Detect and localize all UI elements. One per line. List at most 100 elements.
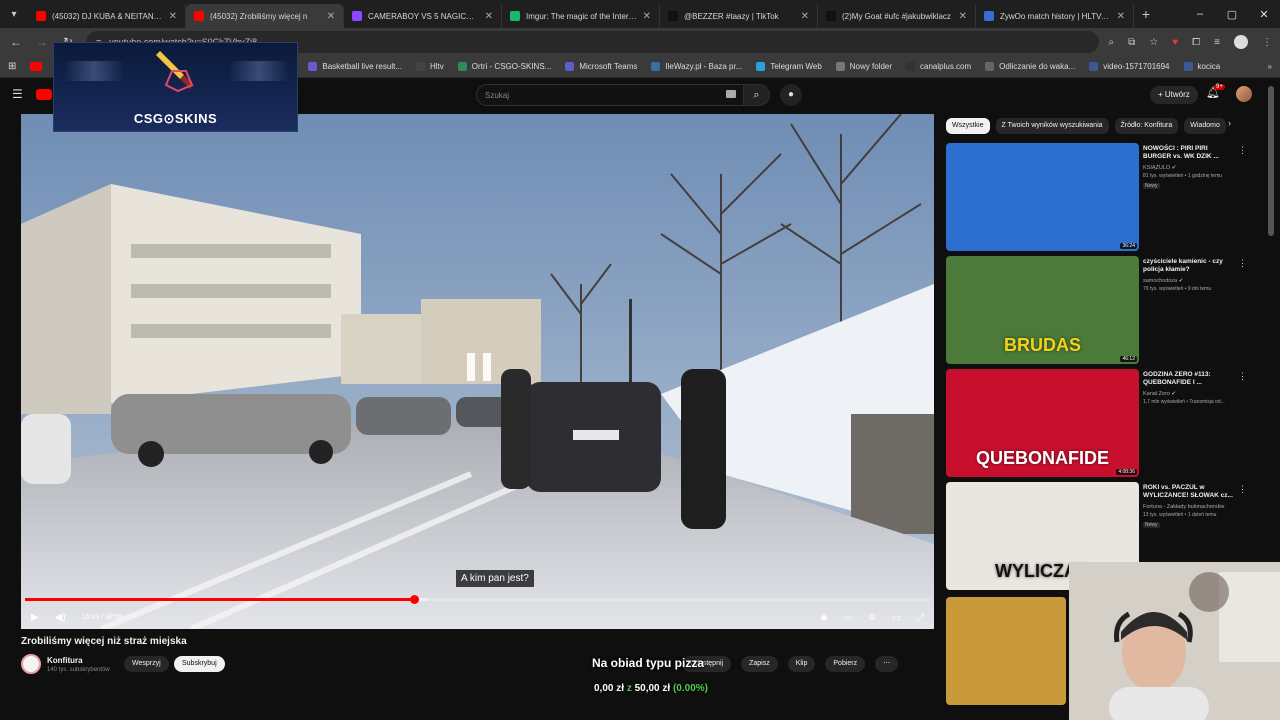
browser-tab[interactable]: (2)My Goat #ufc #jakubwiklacz ✕ [818, 4, 976, 28]
zoom-icon[interactable]: ⌕ [1109, 37, 1115, 48]
back-icon[interactable]: ← [8, 35, 24, 49]
notifications-badge: 9+ [1214, 84, 1225, 90]
tab-search-menu-button[interactable]: ▾ [0, 0, 28, 28]
close-tab-icon[interactable]: ✕ [1117, 11, 1125, 22]
more-options-icon[interactable]: ⋮ [1238, 258, 1247, 269]
page-scrollbar[interactable] [1268, 86, 1274, 236]
download-button[interactable]: Pobierz [825, 656, 866, 672]
save-button[interactable]: Zapisz [741, 656, 778, 672]
close-tab-icon[interactable]: ✕ [801, 11, 809, 22]
browser-tab[interactable]: ZywOo match history | HLTV.org ✕ [976, 4, 1134, 28]
filter-chip[interactable]: Źródło: Konfitura [1114, 118, 1179, 134]
browser-tab[interactable]: CAMERABOY VS 5 NAGICH KO ✕ [344, 4, 502, 28]
search-input[interactable]: Szukaj [476, 84, 744, 106]
video-thumbnail[interactable] [946, 597, 1066, 705]
center-pause-icon[interactable] [467, 353, 493, 381]
bookmark-favicon-icon [415, 62, 425, 71]
chips-next-icon[interactable]: › [1228, 118, 1231, 128]
close-tab-icon[interactable]: ✕ [959, 11, 967, 22]
bookmark-item[interactable]: canalplus.com [906, 62, 971, 71]
youtube-logo-icon[interactable] [36, 89, 52, 100]
minimize-button[interactable]: – [1184, 8, 1216, 20]
bookmark-item[interactable]: kocica [1183, 62, 1220, 71]
play-icon[interactable]: ▶ [31, 612, 39, 623]
tab-favicon-icon [352, 11, 362, 21]
recommended-channel[interactable]: samochodoza ✔ [1143, 278, 1183, 284]
media-controls-icon[interactable]: ≡ [1214, 37, 1220, 48]
maximize-button[interactable]: ▢ [1216, 8, 1248, 21]
apps-grid-icon[interactable]: ⊞ [8, 61, 16, 72]
bookmark-favicon-icon [906, 62, 916, 71]
bookmark-item[interactable]: video-1571701694 [1089, 62, 1170, 71]
clip-button[interactable]: Klip [787, 656, 816, 672]
bookmark-star-icon[interactable]: ☆ [1149, 37, 1158, 48]
close-tab-icon[interactable]: ✕ [169, 11, 177, 22]
new-tab-button[interactable]: + [1134, 6, 1158, 22]
recommended-video[interactable]: 36:24 NOWOŚCI : PIRI PIRI BURGER vs. WK D… [946, 143, 1266, 253]
recommended-channel[interactable]: Fortuna - Zakłady bukmacherskie [1143, 504, 1225, 510]
browser-tab[interactable]: (45032) Zrobiliśmy więcej n ✕ [186, 4, 344, 28]
fullscreen-icon[interactable]: ⤢ [917, 612, 924, 623]
forward-icon[interactable]: → [34, 35, 50, 49]
close-tab-icon[interactable]: ✕ [485, 11, 493, 22]
tab-favicon-icon [826, 11, 836, 21]
close-tab-icon[interactable]: ✕ [327, 11, 335, 22]
bookmark-item[interactable]: Basketball live result... [308, 62, 402, 71]
recommended-channel[interactable]: KSIĄŻULO ✔ [1143, 165, 1176, 171]
bookmark-item[interactable]: Hltv [415, 62, 444, 71]
autoplay-toggle-icon[interactable]: ◉ [820, 612, 828, 623]
subtitles-icon[interactable]: ▭ [844, 612, 853, 623]
browser-tab[interactable]: @BEZZER #taazy | TikTok ✕ [660, 4, 818, 28]
extension-red-icon[interactable]: ♥ [1172, 37, 1178, 48]
keyboard-icon[interactable] [726, 90, 736, 98]
more-bookmarks-icon[interactable]: » [1268, 62, 1272, 71]
recommended-video[interactable]: QUEBONAFIDE 4:08:36 GODZINA ZERO #113: QUE… [946, 369, 1266, 479]
more-options-icon[interactable]: ⋮ [1238, 145, 1247, 156]
video-thumbnail[interactable]: 36:24 [946, 143, 1139, 251]
channel-avatar[interactable] [21, 654, 41, 674]
video-thumbnail[interactable]: BRUDAS 46:12 [946, 256, 1139, 364]
volume-icon[interactable]: ◀) [55, 612, 66, 623]
bookmark-item[interactable]: Telegram Web [756, 62, 822, 71]
browser-tab[interactable]: (45032) DJ KUBA & NEITAN - R ✕ [28, 4, 186, 28]
theater-mode-icon[interactable]: ▭ [892, 612, 901, 623]
account-avatar[interactable] [1236, 86, 1252, 102]
csgo-skins-overlay-ad[interactable]: CSG⊙SKINS [53, 42, 298, 132]
bookmark-item[interactable]: Odliczanie do waka... [985, 62, 1075, 71]
recommended-title[interactable]: NOWOŚCI : PIRI PIRI BURGER vs. WK DZIK .… [1143, 145, 1235, 161]
bookmark-item[interactable]: Nowy folder [835, 62, 892, 71]
browser-tab[interactable]: Imgur: The magic of the Interne ✕ [502, 4, 660, 28]
filter-chip[interactable]: Wszystkie [946, 118, 990, 134]
voice-search-icon[interactable]: ● [780, 84, 802, 106]
create-button[interactable]: + Utwórz [1150, 86, 1198, 104]
bookmark-item[interactable]: Microsoft Teams [565, 62, 637, 71]
subscribe-button[interactable]: Subskrybuj [174, 656, 225, 672]
recommended-title[interactable]: ROKI vs. PACZUL w WYLICZANCE! SŁOWAK cz.… [1143, 484, 1235, 500]
join-button[interactable]: Wesprzyj [124, 656, 169, 672]
recommended-title[interactable]: czyściciele kamienic - czy policja kłami… [1143, 258, 1235, 274]
more-options-icon[interactable]: ⋮ [1238, 484, 1247, 495]
extensions-icon[interactable]: ⧠ [1192, 37, 1200, 48]
recommended-title[interactable]: GODZINA ZERO #113: QUEBONAFIDE I ... [1143, 371, 1235, 387]
youtube-bookmark-icon[interactable] [30, 62, 43, 71]
hamburger-menu-icon[interactable]: ☰ [12, 87, 23, 101]
video-thumbnail[interactable]: QUEBONAFIDE 4:08:36 [946, 369, 1139, 477]
cast-icon[interactable]: ⧉ [1128, 37, 1135, 48]
more-actions-button[interactable]: ⋯ [875, 656, 899, 672]
browser-menu-icon[interactable]: ⋮ [1262, 37, 1272, 48]
recommended-video[interactable]: BRUDAS 46:12 czyściciele kamienic - czy po… [946, 256, 1266, 366]
filter-chip[interactable]: Z Twoich wyników wyszukiwania [995, 118, 1109, 134]
bookmark-item[interactable]: Ortri - CSGO-SKINS... [457, 62, 551, 71]
filter-chip[interactable]: Wiadomo [1184, 118, 1226, 134]
close-window-button[interactable]: ✕ [1248, 8, 1280, 21]
video-player[interactable]: A kim pan jest? ▶ ◀) 16:43 / 38:59 ◉ ▭ ⚙… [21, 114, 934, 629]
settings-gear-icon[interactable]: ⚙ [868, 612, 876, 623]
channel-name[interactable]: Konfitura [47, 656, 83, 665]
search-button[interactable]: ⌕ [744, 84, 770, 106]
video-progress-bar[interactable] [25, 595, 930, 604]
recommended-channel[interactable]: Kanał Zero ✔ [1143, 391, 1176, 397]
bookmark-item[interactable]: IleWazy.pl - Baza pr... [651, 62, 742, 71]
more-options-icon[interactable]: ⋮ [1238, 371, 1247, 382]
profile-avatar[interactable] [1234, 35, 1248, 49]
close-tab-icon[interactable]: ✕ [643, 11, 651, 22]
